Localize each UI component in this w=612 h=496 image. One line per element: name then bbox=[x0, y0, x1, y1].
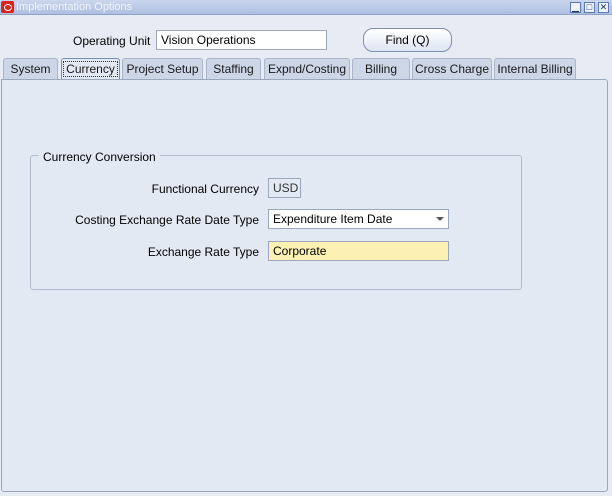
tab-staffing[interactable]: Staffing bbox=[206, 58, 261, 79]
implementation-options-window: Implementation Options ▁ □ ✕ Operating U… bbox=[0, 0, 612, 496]
find-button[interactable]: Find (Q) bbox=[363, 28, 452, 52]
exchange-rate-type-field[interactable]: Corporate bbox=[268, 241, 449, 261]
costing-rate-date-type-value: Expenditure Item Date bbox=[273, 212, 393, 226]
tab-expnd-costing[interactable]: Expnd/Costing bbox=[264, 58, 350, 79]
currency-conversion-title: Currency Conversion bbox=[39, 150, 160, 164]
tab-project-setup[interactable]: Project Setup bbox=[122, 58, 203, 79]
restore-icon[interactable]: □ bbox=[584, 2, 595, 13]
operating-unit-field[interactable]: Vision Operations bbox=[156, 30, 327, 50]
operating-unit-label: Operating Unit bbox=[73, 34, 151, 48]
costing-rate-date-type-label: Costing Exchange Rate Date Type bbox=[75, 213, 259, 227]
functional-currency-field: USD bbox=[268, 178, 301, 198]
exchange-rate-type-label: Exchange Rate Type bbox=[147, 245, 259, 259]
tab-currency[interactable]: Currency bbox=[61, 58, 120, 80]
close-icon[interactable]: ✕ bbox=[598, 2, 609, 13]
title-bar[interactable]: Implementation Options ▁ □ ✕ bbox=[0, 0, 612, 15]
oracle-app-icon bbox=[1, 1, 14, 13]
tab-cross-charge[interactable]: Cross Charge bbox=[412, 58, 492, 79]
tab-billing[interactable]: Billing bbox=[352, 58, 410, 79]
chevron-down-icon[interactable] bbox=[436, 217, 444, 221]
costing-rate-date-type-select[interactable]: Expenditure Item Date bbox=[268, 209, 449, 229]
tab-internal-billing[interactable]: Internal Billing bbox=[494, 58, 576, 79]
minimize-icon[interactable]: ▁ bbox=[570, 2, 581, 13]
functional-currency-label: Functional Currency bbox=[151, 182, 259, 196]
window-title: Implementation Options bbox=[16, 1, 133, 13]
tab-system[interactable]: System bbox=[3, 58, 58, 79]
